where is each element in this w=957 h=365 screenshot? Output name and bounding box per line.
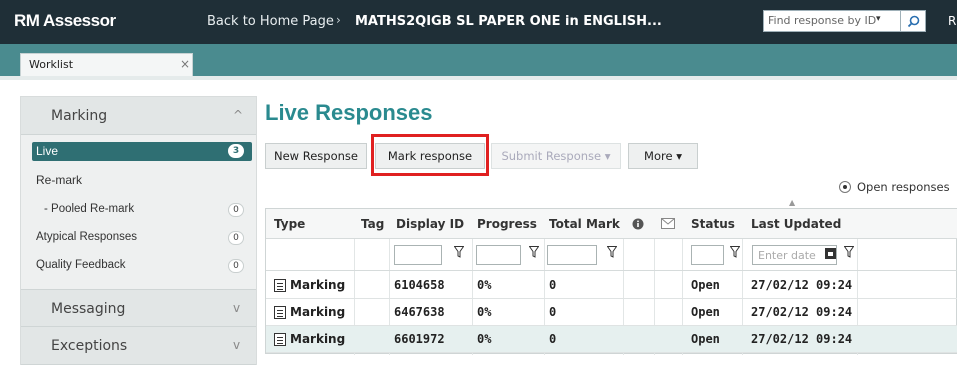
- sidebar-item-label: Re-mark: [36, 173, 83, 187]
- column-header-progress[interactable]: Progress: [477, 217, 537, 231]
- chevron-up-icon: ^: [233, 108, 244, 122]
- column-header-tag[interactable]: Tag: [361, 217, 384, 231]
- document-icon: [274, 279, 286, 292]
- sidebar-section-exceptions[interactable]: Exceptions v: [21, 327, 256, 365]
- tab-worklist-label: Worklist: [29, 58, 74, 71]
- date-filter-placeholder: Enter date: [758, 249, 816, 262]
- cell-last-updated: 27/02/12 09:24: [751, 332, 853, 346]
- sidebar-item-label: Atypical Responses: [36, 231, 137, 243]
- cell-display-id: 6601972: [394, 332, 445, 346]
- tab-worklist[interactable]: Worklist ×: [20, 53, 193, 76]
- table-row[interactable]: Marking 6104658 0% 0 Open 27/02/12 09:24: [266, 272, 957, 299]
- display-id-filter-input[interactable]: [394, 245, 442, 265]
- breadcrumb-separator: ›: [336, 13, 341, 27]
- status-filter-input[interactable]: [691, 245, 724, 265]
- cell-status: Open: [691, 305, 720, 319]
- cell-type: Marking: [290, 305, 346, 319]
- radio-dot: [843, 185, 847, 189]
- sidebar-section-title: Marking: [51, 108, 108, 124]
- sidebar-item-quality-feedback[interactable]: Quality Feedback 0: [32, 257, 252, 276]
- document-icon: [274, 333, 286, 346]
- cell-display-id: 6104658: [394, 278, 445, 292]
- highlight-box: [371, 134, 489, 176]
- filter-funnel-icon[interactable]: [607, 246, 617, 258]
- chevron-down-icon: v: [233, 338, 241, 352]
- more-button[interactable]: More ▾: [628, 143, 698, 169]
- calendar-icon[interactable]: [825, 248, 836, 259]
- filter-funnel-icon[interactable]: [454, 246, 464, 258]
- column-header-type[interactable]: Type: [274, 217, 305, 231]
- column-header-total-mark[interactable]: Total Mark: [549, 217, 620, 231]
- table-header: Type Tag Display ID Progress Total Mark …: [266, 209, 957, 239]
- sidebar-item-label: Quality Feedback: [36, 259, 126, 271]
- sidebar-item-live[interactable]: Live 3: [32, 142, 252, 161]
- open-responses-label: Open responses: [857, 180, 950, 194]
- sidebar-item-label: - Pooled Re-mark: [44, 203, 135, 215]
- column-header-display-id[interactable]: Display ID: [396, 217, 464, 231]
- progress-filter-input[interactable]: [476, 245, 521, 265]
- app-logo: RM Assessor: [14, 11, 116, 30]
- count-badge: 3: [228, 144, 244, 158]
- count-badge: 0: [228, 259, 244, 273]
- document-icon: [274, 306, 286, 319]
- filter-row: Enter date: [266, 239, 957, 271]
- column-header-last-updated[interactable]: Last Updated: [751, 217, 841, 231]
- page-title: Live Responses: [265, 100, 433, 125]
- open-responses-radio[interactable]: [839, 181, 851, 193]
- sidebar-section-messaging[interactable]: Messaging v: [21, 289, 256, 327]
- chevron-down-icon: v: [233, 301, 241, 315]
- cell-progress: 0%: [477, 332, 492, 346]
- total-mark-filter-input[interactable]: [547, 245, 597, 265]
- back-to-home-link[interactable]: Back to Home Page: [207, 14, 334, 29]
- filter-funnel-icon[interactable]: [529, 246, 539, 258]
- cell-progress: 0%: [477, 278, 492, 292]
- sort-arrow-icon: ▲: [789, 198, 796, 207]
- sidebar-section-marking[interactable]: Marking ^: [21, 97, 256, 135]
- cell-total-mark: 0: [549, 305, 557, 319]
- cell-total-mark: 0: [549, 278, 557, 292]
- breadcrumb-paper-title: MATHS2QIGB SL PAPER ONE in ENGLISH...: [355, 14, 662, 29]
- cell-status: Open: [691, 278, 720, 292]
- table-row-selected[interactable]: Marking 6601972 0% 0 Open 27/02/12 09:24: [266, 326, 957, 353]
- chevron-down-icon[interactable]: ▾: [876, 14, 881, 24]
- cell-last-updated: 27/02/12 09:24: [751, 305, 853, 319]
- cell-type: Marking: [290, 332, 346, 346]
- envelope-icon[interactable]: [661, 218, 675, 229]
- new-response-button[interactable]: New Response: [265, 143, 367, 169]
- filter-funnel-icon[interactable]: [844, 246, 854, 258]
- cell-status: Open: [691, 332, 720, 346]
- cell-total-mark: 0: [549, 332, 557, 346]
- top-bar: RM Assessor Back to Home Page › MATHS2QI…: [0, 0, 957, 44]
- submit-response-button[interactable]: Submit Response ▾: [491, 143, 621, 169]
- top-right-truncated: R: [948, 14, 957, 28]
- find-response-input[interactable]: Find response by ID ▾: [763, 10, 905, 32]
- responses-table: Type Tag Display ID Progress Total Mark …: [265, 208, 957, 355]
- sidebar-item-pooled-remark[interactable]: - Pooled Re-mark 0: [32, 201, 252, 220]
- search-button[interactable]: [900, 10, 926, 32]
- tab-underline: [0, 76, 957, 80]
- cell-progress: 0%: [477, 305, 492, 319]
- close-icon[interactable]: ×: [180, 57, 190, 71]
- info-icon[interactable]: [632, 218, 644, 230]
- sidebar-item-label: Live: [36, 144, 59, 158]
- cell-last-updated: 27/02/12 09:24: [751, 278, 853, 292]
- search-icon: [907, 15, 920, 28]
- count-badge: 0: [228, 231, 244, 245]
- column-header-status[interactable]: Status: [691, 217, 735, 231]
- cell-type: Marking: [290, 278, 346, 292]
- sidebar-item-remark[interactable]: Re-mark: [32, 171, 252, 190]
- filter-funnel-icon[interactable]: [730, 246, 740, 258]
- sidebar-section-title: Messaging: [51, 301, 126, 317]
- sidebar: Marking ^ Live 3 Re-mark - Pooled Re-mar…: [20, 96, 257, 365]
- sidebar-item-atypical-responses[interactable]: Atypical Responses 0: [32, 229, 252, 248]
- table-row[interactable]: Marking 6467638 0% 0 Open 27/02/12 09:24: [266, 299, 957, 326]
- cell-display-id: 6467638: [394, 305, 445, 319]
- find-response-placeholder: Find response by ID: [768, 14, 877, 27]
- count-badge: 0: [228, 203, 244, 217]
- sidebar-section-title: Exceptions: [51, 338, 128, 354]
